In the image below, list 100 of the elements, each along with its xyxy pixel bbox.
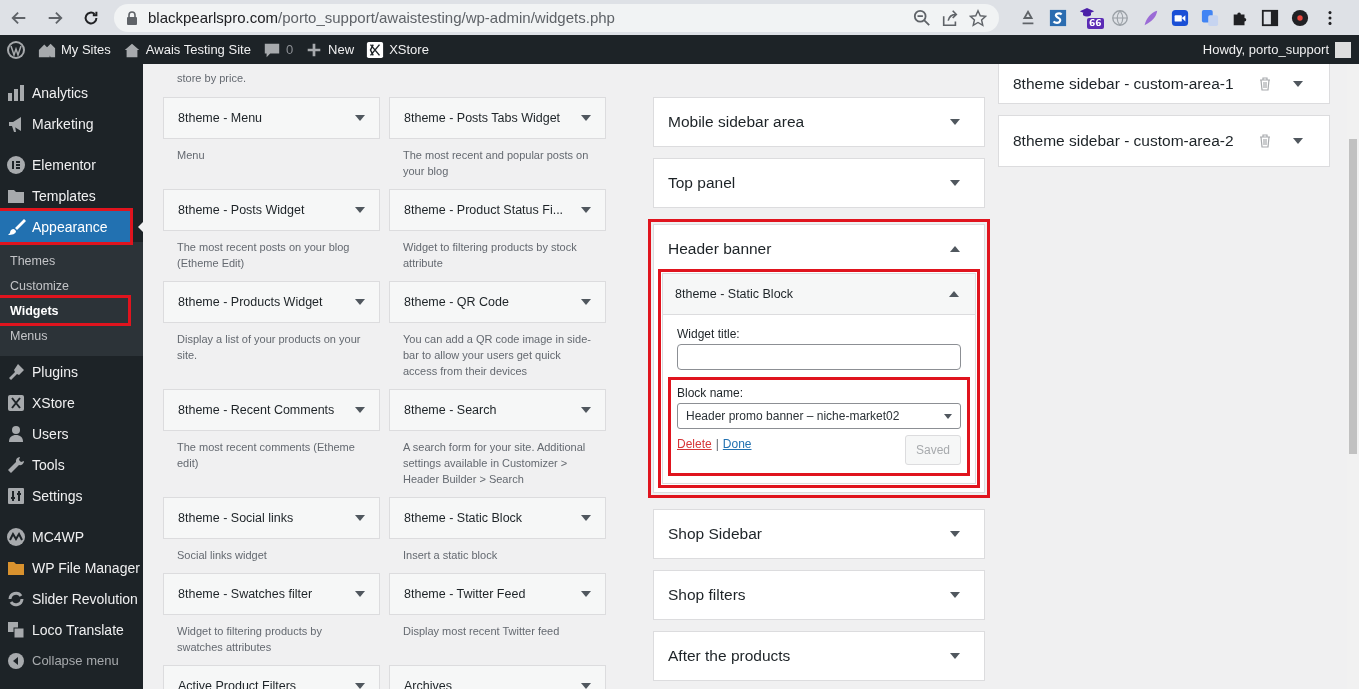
admin-bar-link[interactable]: New: [328, 42, 355, 57]
caret-icon[interactable]: [581, 515, 591, 521]
sidebar-panel[interactable]: After the products: [653, 631, 985, 681]
menu-item[interactable]: Templates: [0, 180, 143, 211]
sidebar-panel[interactable]: Top panel: [653, 158, 985, 208]
caret-icon[interactable]: [355, 515, 365, 521]
wordpress-logo-icon[interactable]: [6, 39, 26, 60]
user-icon: [6, 423, 26, 444]
caret-icon[interactable]: [950, 119, 960, 125]
menu-item[interactable]: Plugins: [0, 356, 143, 387]
menu-item[interactable]: WP File Manager: [0, 552, 143, 583]
input-field[interactable]: [677, 344, 961, 370]
admin-bar-link[interactable]: 0: [285, 42, 294, 57]
caret-icon[interactable]: [581, 207, 591, 213]
submenu-item[interactable]: Customize: [0, 273, 143, 298]
menu-item[interactable]: Marketing: [0, 108, 143, 139]
sidebar-panel[interactable]: 8theme sidebar - custom-area-2: [998, 115, 1330, 167]
submenu-item[interactable]: Widgets: [0, 298, 128, 323]
widget-card[interactable]: 8theme - Posts Tabs Widget: [389, 97, 606, 139]
widget-card[interactable]: 8theme - Search: [389, 389, 606, 431]
submenu-item[interactable]: Menus: [0, 323, 143, 348]
menu-item[interactable]: Slider Revolution: [0, 583, 143, 614]
caret-icon[interactable]: [581, 115, 591, 121]
share-icon[interactable]: [941, 8, 959, 27]
caret-icon[interactable]: [355, 207, 365, 213]
widget-card[interactable]: 8theme - Product Status Fi...: [389, 189, 606, 231]
caret-icon[interactable]: [355, 683, 365, 689]
caret-icon[interactable]: [581, 591, 591, 597]
caret-icon[interactable]: [950, 592, 960, 598]
menu-item[interactable]: Tools: [0, 449, 143, 480]
menu-item[interactable]: Users: [0, 418, 143, 449]
sidebar-panel[interactable]: Shop filters: [653, 570, 985, 620]
widget-card[interactable]: 8theme - Products Widget: [163, 281, 380, 323]
menu-item[interactable]: MC4WP: [0, 521, 143, 552]
admin-bar-link[interactable]: My Sites: [61, 42, 111, 57]
zoom-out-icon[interactable]: [913, 8, 931, 27]
caret-icon[interactable]: [1293, 80, 1303, 87]
caret-icon[interactable]: [950, 180, 960, 186]
translate-icon[interactable]: [1201, 8, 1219, 27]
submenu-item[interactable]: Themes: [0, 248, 143, 273]
admin-bar-link[interactable]: XStore: [389, 42, 429, 57]
translate-icon: [6, 619, 26, 640]
caret-icon[interactable]: [581, 407, 591, 413]
widget-card[interactable]: 8theme - Posts Widget: [163, 189, 380, 231]
sliders-icon: [6, 485, 26, 506]
caret-icon[interactable]: [950, 246, 960, 252]
widget-description: The most recent comments (Etheme edit): [176, 440, 356, 471]
collapse-button[interactable]: Collapse menu: [0, 645, 143, 676]
widget-description: Display most recent Twitter feed: [402, 624, 561, 639]
wrench-icon: [6, 454, 26, 475]
caret-icon: [944, 413, 952, 419]
address-bar[interactable]: blackpearlspro.com/porto_support/awaistesting/wp-admin/widgets.php: [114, 3, 999, 32]
s-logo-icon[interactable]: [1049, 8, 1067, 27]
caret-icon[interactable]: [581, 683, 591, 689]
avatar-icon[interactable]: [1335, 41, 1351, 58]
graduation-cap-icon[interactable]: [1079, 7, 1095, 17]
profile-icon[interactable]: [1291, 8, 1309, 27]
caret-icon[interactable]: [581, 299, 591, 305]
widget-card[interactable]: 8theme - Menu: [163, 97, 380, 139]
sidebar-panel[interactable]: Mobile sidebar area: [653, 97, 985, 147]
caret-icon[interactable]: [949, 291, 959, 297]
caret-icon[interactable]: [1293, 138, 1303, 144]
sidebar-panel[interactable]: Shop Sidebar: [653, 509, 985, 559]
menu-item[interactable]: Elementor: [0, 149, 143, 180]
widget-description: Widget to filtering products by swatches attributes: [176, 624, 323, 655]
side-panel-icon[interactable]: [1261, 8, 1279, 27]
widget-description: Insert a static block: [402, 548, 499, 563]
menu-item[interactable]: XStore: [0, 387, 143, 418]
menu-item[interactable]: Settings: [0, 480, 143, 511]
menu-item[interactable]: Analytics: [0, 77, 143, 108]
x-logo-icon[interactable]: [366, 40, 385, 59]
menu-item[interactable]: Loco Translate: [0, 614, 143, 645]
widget-card[interactable]: 8theme - Social links: [163, 497, 380, 539]
widget-description: You can add a QR code image in side-bar to allow your users get quick access from their devices: [402, 332, 592, 379]
greeting-link[interactable]: Howdy, porto_support: [1202, 42, 1329, 57]
caret-icon[interactable]: [950, 653, 960, 659]
delete-link[interactable]: Delete: [677, 437, 712, 451]
widget-title[interactable]: 8theme - Static Block: [675, 287, 794, 301]
field-label: Block name:: [677, 386, 745, 400]
video-camera-icon[interactable]: [1171, 8, 1189, 27]
caret-icon[interactable]: [355, 115, 365, 121]
mail-logo-icon: [6, 526, 26, 547]
widget-card[interactable]: 8theme - Recent Comments: [163, 389, 380, 431]
sidebar-panel[interactable]: 8theme sidebar - custom-area-1: [998, 64, 1330, 104]
widget-card[interactable]: 8theme - Static Block: [389, 497, 606, 539]
done-link[interactable]: Done: [722, 437, 752, 451]
select-field[interactable]: Header promo banner – niche-market02: [677, 403, 961, 429]
paintbrush-icon: [6, 216, 26, 237]
admin-bar-link[interactable]: Awais Testing Site: [145, 42, 251, 57]
widget-card[interactable]: 8theme - Swatches filter: [163, 573, 380, 615]
caret-icon[interactable]: [950, 531, 960, 537]
widget-description: Display a list of your products on your site.: [176, 332, 362, 363]
widget-card[interactable]: 8theme - QR Code: [389, 281, 606, 323]
widget-description: Social links widget: [176, 548, 268, 563]
widget-card[interactable]: 8theme - Twitter Feed: [389, 573, 606, 615]
caret-icon[interactable]: [355, 591, 365, 597]
widget-description: store by price.: [176, 71, 248, 86]
caret-icon[interactable]: [355, 299, 365, 305]
caret-icon[interactable]: [355, 407, 365, 413]
star-icon[interactable]: [969, 8, 987, 27]
